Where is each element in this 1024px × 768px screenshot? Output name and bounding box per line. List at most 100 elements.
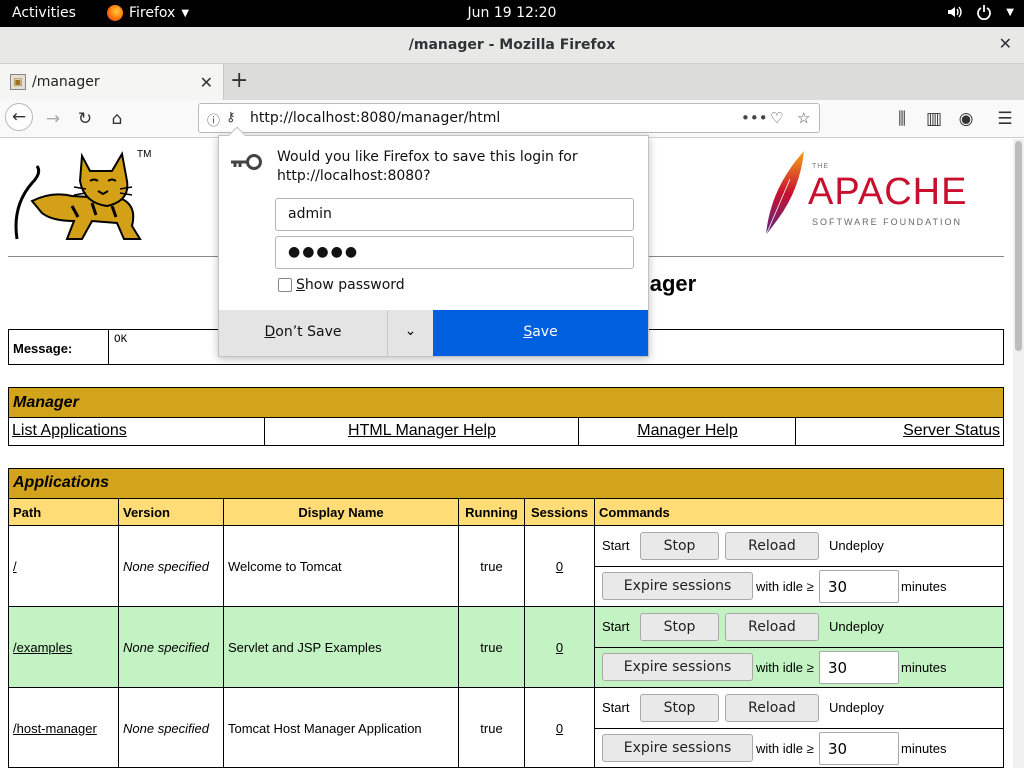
expire-sessions-button[interactable]: Expire sessions [602, 653, 753, 681]
col-running: Running [459, 498, 525, 525]
show-password-accel: S [296, 277, 305, 293]
expire-sessions-button[interactable]: Expire sessions [602, 734, 753, 762]
menu-icon[interactable]: ☰ [992, 106, 1018, 132]
manager-help-link[interactable]: Manager Help [580, 418, 796, 445]
home-icon[interactable]: ⌂ [104, 106, 130, 132]
idle-minutes-input[interactable]: 30 [819, 651, 899, 684]
app-menu-label: Firefox [129, 5, 176, 21]
forward-icon[interactable]: → [40, 106, 66, 132]
applications-table: Applications Path Version Display Name R… [8, 468, 1004, 768]
col-display-name: Display Name [224, 498, 459, 525]
reload-button[interactable]: Reload [725, 532, 819, 560]
app-commands: Start Stop Reload Undeploy Expire sessio… [595, 526, 1003, 606]
firefox-icon [107, 5, 123, 21]
app-display-name: Servlet and JSP Examples [224, 607, 459, 687]
save-login-message: Would you like Firefox to save this logi… [277, 149, 578, 184]
with-idle-label: with idle ≥ [756, 741, 814, 756]
with-idle-label: with idle ≥ [756, 660, 814, 675]
dont-save-button[interactable]: Don’t Save [219, 310, 387, 356]
app-running: true [459, 526, 525, 606]
navigation-bar: ← → ↻ ⌂ ⓘ ⚷ http://localhost:8080/manage… [0, 100, 1024, 138]
stop-button[interactable]: Stop [640, 694, 719, 722]
tab-close-icon[interactable]: ✕ [200, 73, 213, 92]
show-password-label[interactable]: Show password [296, 277, 405, 293]
col-path: Path [9, 498, 119, 525]
save-button[interactable]: Save [433, 310, 648, 356]
idle-minutes-input[interactable]: 30 [819, 570, 899, 603]
trademark-mark: TM [137, 149, 152, 160]
activities-button[interactable]: Activities [12, 5, 76, 21]
app-path-link[interactable]: / [9, 526, 119, 606]
key-icon [231, 154, 262, 170]
stop-button[interactable]: Stop [640, 532, 719, 560]
reload-button[interactable]: Reload [725, 694, 819, 722]
command-line-1: Start Stop Reload Undeploy [595, 688, 1003, 728]
app-sessions-link[interactable]: 0 [525, 607, 595, 687]
with-idle-label: with idle ≥ [756, 579, 814, 594]
app-commands: Start Stop Reload Undeploy Expire sessio… [595, 607, 1003, 687]
sidebar-icon[interactable]: ▥ [921, 106, 947, 132]
url-bar[interactable]: ⓘ ⚷ http://localhost:8080/manager/html •… [198, 103, 820, 133]
idle-minutes-input[interactable]: 30 [819, 732, 899, 765]
app-path-link[interactable]: /examples [9, 607, 119, 687]
pocket-icon[interactable]: ♡ [770, 109, 783, 127]
chevron-down-icon: ▼ [1006, 6, 1014, 18]
col-commands: Commands [595, 498, 1003, 525]
save-options-dropdown[interactable]: ⌄ [387, 310, 433, 356]
library-icon[interactable]: ⫼ [889, 106, 915, 132]
password-field[interactable]: ●●●●● [275, 236, 634, 269]
key-icon[interactable]: ⚷ [226, 110, 236, 125]
start-label: Start [602, 619, 630, 634]
more-actions-icon[interactable]: ••• [741, 109, 768, 127]
app-sessions-link[interactable]: 0 [525, 526, 595, 606]
apache-name: APACHE [808, 171, 968, 213]
command-line-2: Expire sessions with idle ≥ 30 minutes [595, 728, 1003, 768]
page-scrollbar[interactable] [1013, 139, 1024, 768]
app-commands: Start Stop Reload Undeploy Expire sessio… [595, 688, 1003, 768]
minutes-label: minutes [901, 660, 947, 675]
volume-icon [948, 6, 962, 18]
reload-button[interactable]: Reload [725, 613, 819, 641]
tomcat-favicon-icon: ▣ [10, 74, 26, 90]
reload-icon[interactable]: ↻ [72, 106, 98, 132]
undeploy-label: Undeploy [829, 700, 884, 715]
app-menu[interactable]: Firefox ▼ [107, 5, 189, 21]
col-sessions: Sessions [525, 498, 595, 525]
system-menu[interactable]: ▼ [946, 4, 1014, 20]
window-title-bar: /manager - Mozilla Firefox ✕ [0, 27, 1024, 64]
list-applications-link[interactable]: List Applications [9, 418, 265, 445]
info-icon[interactable]: ⓘ [207, 110, 220, 129]
url-text[interactable]: http://localhost:8080/manager/html [250, 110, 500, 126]
chevron-down-icon: ▼ [181, 7, 190, 19]
account-icon[interactable]: ◉ [953, 106, 979, 132]
app-path-link[interactable]: /host-manager [9, 688, 119, 768]
apache-subtitle: SOFTWARE FOUNDATION [812, 217, 962, 227]
app-sessions-link[interactable]: 0 [525, 688, 595, 768]
stop-button[interactable]: Stop [640, 613, 719, 641]
window-title: /manager - Mozilla Firefox [408, 37, 616, 53]
new-tab-icon[interactable]: + [230, 68, 248, 93]
scrollbar-thumb[interactable] [1015, 141, 1022, 351]
show-password-text: how password [304, 277, 405, 293]
username-field[interactable]: admin [275, 198, 634, 231]
window-close-icon[interactable]: ✕ [999, 34, 1012, 53]
dont-save-accel: D [264, 324, 276, 340]
show-password-checkbox[interactable] [278, 278, 292, 292]
table-row: /host-manager None specified Tomcat Host… [9, 687, 1003, 768]
undeploy-label: Undeploy [829, 538, 884, 553]
html-manager-help-link[interactable]: HTML Manager Help [266, 418, 579, 445]
command-line-1: Start Stop Reload Undeploy [595, 607, 1003, 647]
table-row: /examples None specified Servlet and JSP… [9, 606, 1003, 687]
expire-sessions-button[interactable]: Expire sessions [602, 572, 753, 600]
start-label: Start [602, 538, 630, 553]
power-icon [977, 5, 992, 20]
start-label: Start [602, 700, 630, 715]
save-accel: S [523, 324, 533, 340]
server-status-link[interactable]: Server Status [797, 418, 1003, 445]
apache-logo: THE APACHE SOFTWARE FOUNDATION [760, 149, 980, 239]
back-icon[interactable]: ← [5, 103, 33, 131]
tab-strip: ▣ /manager ✕ + [0, 64, 1024, 100]
bookmark-star-icon[interactable]: ☆ [797, 109, 810, 127]
table-row: / None specified Welcome to Tomcat true … [9, 525, 1003, 606]
tab-manager[interactable]: ▣ /manager ✕ [0, 64, 224, 100]
